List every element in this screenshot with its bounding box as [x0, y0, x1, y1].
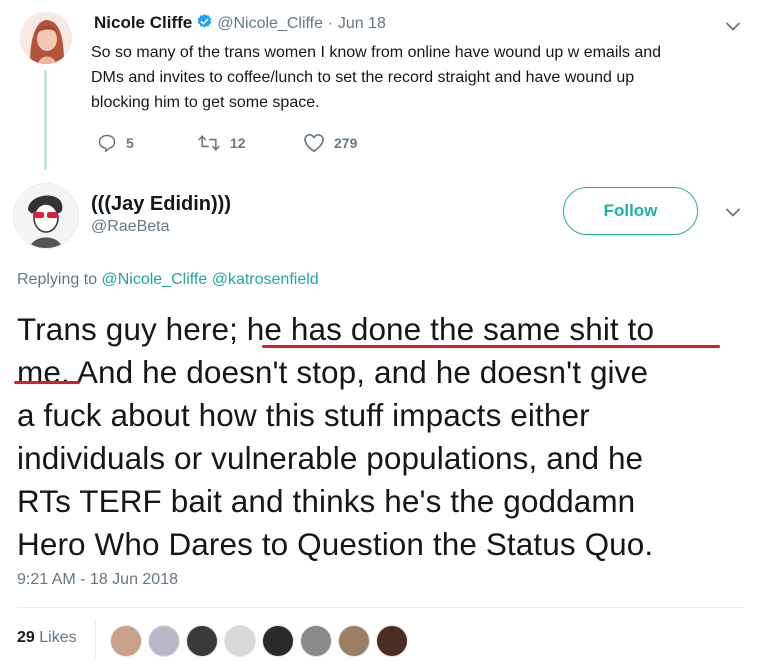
avatar-jay-edidin[interactable]: [13, 183, 79, 249]
chevron-down-icon[interactable]: [726, 22, 740, 31]
liker-avatar[interactable]: [186, 625, 218, 657]
divider: [95, 619, 96, 659]
red-underline-annotation: [262, 345, 720, 348]
tweet-text-line: blocking him to get some space.: [91, 94, 320, 111]
reply-icon: [98, 134, 116, 153]
mention-link[interactable]: @katrosenfield: [212, 271, 319, 288]
parent-tweet-header: Nicole Cliffe @Nicole_Cliffe · Jun 18: [94, 13, 386, 33]
retweet-button[interactable]: 12: [197, 133, 246, 153]
heart-icon: [304, 134, 324, 152]
avatar-nicole-cliffe[interactable]: [20, 12, 72, 64]
tweet-actions: 5 12 279: [97, 133, 417, 155]
like-button[interactable]: 279: [303, 133, 357, 153]
liker-avatar[interactable]: [110, 625, 142, 657]
tweet-text-line: me. And he doesn't stop, and he doesn't …: [17, 354, 649, 390]
liker-avatar[interactable]: [338, 625, 370, 657]
tweet-timestamp[interactable]: 9:21 AM - 18 Jun 2018: [17, 571, 178, 589]
tweet-text-line: So so many of the trans women I know fro…: [91, 44, 662, 61]
liker-avatar[interactable]: [262, 625, 294, 657]
author-handle[interactable]: @Nicole_Cliffe: [217, 15, 323, 32]
author-name[interactable]: Nicole Cliffe: [94, 13, 192, 32]
tweet-text-line: DMs and invites to coffee/lunch to set t…: [91, 69, 635, 86]
follow-button[interactable]: Follow: [563, 187, 698, 235]
retweet-icon: [198, 135, 220, 151]
likes-label: Likes: [39, 629, 77, 646]
liker-avatar[interactable]: [224, 625, 256, 657]
retweet-count: 12: [230, 135, 246, 151]
tweet-date[interactable]: Jun 18: [338, 15, 386, 32]
mention-link[interactable]: @Nicole_Cliffe: [102, 271, 208, 288]
verified-badge-icon: [196, 13, 213, 30]
likes-stat[interactable]: 29 Likes: [17, 629, 77, 647]
reply-count: 5: [126, 135, 134, 151]
replying-to-label: Replying to: [17, 271, 98, 288]
author-name[interactable]: (((Jay Edidin))): [91, 193, 231, 216]
tweet-text-line: Hero Who Dares to Question the Status Qu…: [17, 526, 654, 562]
likes-count: 29: [17, 629, 35, 646]
liker-avatar[interactable]: [376, 625, 408, 657]
chevron-down-icon[interactable]: [726, 208, 740, 217]
thread-connector-line: [44, 70, 47, 170]
tweet-text-line: RTs TERF bait and thinks he's the goddam…: [17, 483, 636, 519]
reply-button[interactable]: 5: [97, 133, 134, 153]
red-underline-annotation: [14, 381, 80, 384]
divider: [17, 607, 744, 608]
tweet-text-line: a fuck about how this stuff impacts eith…: [17, 397, 590, 433]
tweet-text-line: individuals or vulnerable populations, a…: [17, 440, 644, 476]
liker-avatar[interactable]: [148, 625, 180, 657]
separator-dot: ·: [327, 15, 334, 32]
like-count: 279: [334, 135, 358, 151]
liker-avatar[interactable]: [300, 625, 332, 657]
author-handle[interactable]: @RaeBeta: [91, 218, 170, 236]
replying-to: Replying to @Nicole_Cliffe @katrosenfiel…: [17, 271, 319, 289]
parent-tweet-text: So so many of the trans women I know fro…: [91, 40, 746, 115]
